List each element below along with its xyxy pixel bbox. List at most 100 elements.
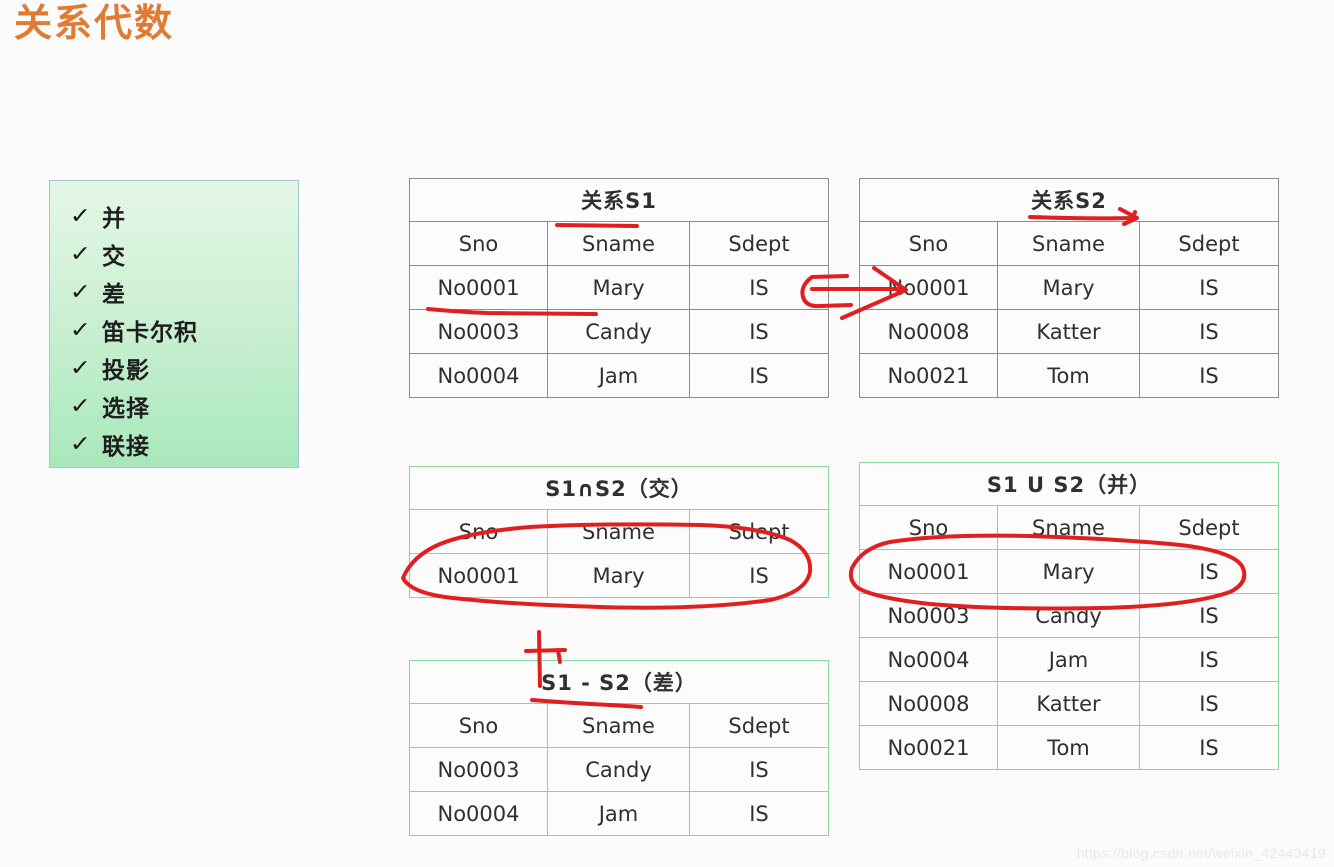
list-item: ✓ 并 (69, 197, 298, 235)
cell-sno: No0001 (859, 265, 998, 310)
cell-sname: Katter (997, 681, 1140, 726)
table-caption-row: S1 - S2（差） (408, 660, 830, 704)
cell-sname: Mary (997, 549, 1140, 594)
cell-sno: No0021 (859, 725, 998, 770)
cell-sno: No0003 (409, 747, 548, 792)
column-header: Sno (409, 221, 548, 266)
table-header-row: Sno Sname Sdept (409, 509, 830, 554)
cell-sdept: IS (688, 747, 830, 792)
list-item-label: 差 (102, 281, 126, 307)
cell-sname: Tom (997, 353, 1140, 398)
cell-sdept: IS (1138, 309, 1280, 354)
list-item-label: 交 (102, 243, 126, 269)
page-title: 关系代数 (14, 3, 175, 45)
cell-sno: No0021 (859, 353, 998, 398)
table-row: No0004 Jam IS (409, 791, 830, 836)
column-header: Sno (409, 703, 548, 748)
table-relation-s1: 关系S1 Sno Sname Sdept No0001 Mary IS No00… (408, 178, 830, 398)
cell-sno: No0001 (409, 553, 548, 598)
column-header: Sdept (1138, 505, 1280, 550)
column-header: Sdept (1138, 221, 1280, 266)
list-item: ✓ 笛卡尔积 (69, 311, 298, 349)
cell-sno: No0004 (409, 353, 548, 398)
table-row: No0003 Candy IS (409, 309, 830, 354)
cell-sname: Candy (997, 593, 1140, 638)
cell-sdept: IS (1138, 549, 1280, 594)
check-icon: ✓ (69, 203, 91, 228)
table-row: No0001 Mary IS (859, 265, 1280, 310)
check-icon: ✓ (69, 431, 91, 456)
cell-sdept: IS (688, 265, 830, 310)
cell-sname: Katter (997, 309, 1140, 354)
list-item-label: 笛卡尔积 (102, 319, 198, 345)
cell-sdept: IS (1138, 725, 1280, 770)
table-header-row: Sno Sname Sdept (859, 221, 1280, 266)
list-item-label: 投影 (102, 357, 150, 383)
table-row: No0003 Candy IS (409, 747, 830, 792)
list-item-label: 并 (102, 205, 126, 231)
table-header-row: Sno Sname Sdept (409, 703, 830, 748)
cell-sno: No0008 (859, 681, 998, 726)
column-header: Sname (997, 505, 1140, 550)
cell-sno: No0004 (859, 637, 998, 682)
table-row: No0021 Tom IS (859, 725, 1280, 770)
list-item: ✓ 投影 (70, 349, 298, 387)
table-caption-row: 关系S1 (408, 178, 830, 222)
cell-sdept: IS (688, 309, 830, 354)
list-item: ✓ 交 (69, 235, 298, 273)
cell-sno: No0004 (409, 791, 548, 836)
cell-sdept: IS (1138, 637, 1280, 682)
table-row: No0021 Tom IS (859, 353, 1280, 398)
cell-sname: Mary (547, 265, 690, 310)
table-row: No0001 Mary IS (409, 265, 830, 310)
table-caption-row: S1∩S2（交） (408, 466, 830, 510)
cell-sno: No0003 (409, 309, 548, 354)
table-caption-row: S1 U S2（并） (858, 462, 1280, 506)
column-header: Sdept (688, 221, 830, 266)
list-item: ✓ 联接 (69, 425, 298, 463)
cell-sname: Candy (547, 747, 690, 792)
cell-sname: Candy (547, 309, 690, 354)
table-caption: S1∩S2（交） (408, 466, 830, 510)
cell-sdept: IS (688, 353, 830, 398)
cell-sdept: IS (1138, 265, 1280, 310)
list-item-label: 选择 (102, 395, 150, 421)
table-row: No0004 Jam IS (859, 637, 1280, 682)
cell-sname: Mary (547, 553, 690, 598)
cell-sdept: IS (1138, 353, 1280, 398)
column-header: Sno (409, 509, 548, 554)
cell-sname: Tom (997, 725, 1140, 770)
column-header: Sname (547, 509, 690, 554)
slide-canvas: 关系代数 ✓ 并 ✓ 交 ✓ 差 ✓ 笛卡尔积 ✓ 投影 ✓ 选择 ✓ 联接 关… (0, 0, 1334, 867)
column-header: Sdept (688, 509, 830, 554)
list-item: ✓ 差 (69, 273, 298, 311)
column-header: Sno (859, 221, 998, 266)
cell-sname: Jam (997, 637, 1140, 682)
table-row: No0004 Jam IS (409, 353, 830, 398)
check-icon: ✓ (69, 317, 91, 342)
table-row: No0001 Mary IS (409, 553, 830, 598)
cell-sno: No0001 (409, 265, 548, 310)
table-caption: S1 - S2（差） (408, 660, 830, 704)
relational-operations-box: ✓ 并 ✓ 交 ✓ 差 ✓ 笛卡尔积 ✓ 投影 ✓ 选择 ✓ 联接 (49, 180, 299, 468)
cell-sno: No0003 (859, 593, 998, 638)
table-caption: S1 U S2（并） (858, 462, 1280, 506)
cell-sname: Jam (547, 791, 690, 836)
table-union: S1 U S2（并） Sno Sname Sdept No0001 Mary I… (858, 462, 1280, 770)
check-icon: ✓ (69, 279, 91, 304)
table-intersection: S1∩S2（交） Sno Sname Sdept No0001 Mary IS (408, 466, 830, 598)
cell-sno: No0008 (859, 309, 998, 354)
table-header-row: Sno Sname Sdept (859, 505, 1280, 550)
table-row: No0001 Mary IS (859, 549, 1280, 594)
cell-sdept: IS (688, 553, 830, 598)
cell-sname: Mary (997, 265, 1140, 310)
table-row: No0003 Candy IS (859, 593, 1280, 638)
watermark: https://blog.csdn.net/weixin_42443419 (1076, 845, 1326, 861)
cell-sdept: IS (688, 791, 830, 836)
check-icon: ✓ (69, 241, 91, 266)
table-relation-s2: 关系S2 Sno Sname Sdept No0001 Mary IS No00… (858, 178, 1280, 398)
column-header: Sname (547, 221, 690, 266)
cell-sname: Jam (547, 353, 690, 398)
cell-sdept: IS (1138, 593, 1280, 638)
check-icon: ✓ (69, 393, 91, 418)
